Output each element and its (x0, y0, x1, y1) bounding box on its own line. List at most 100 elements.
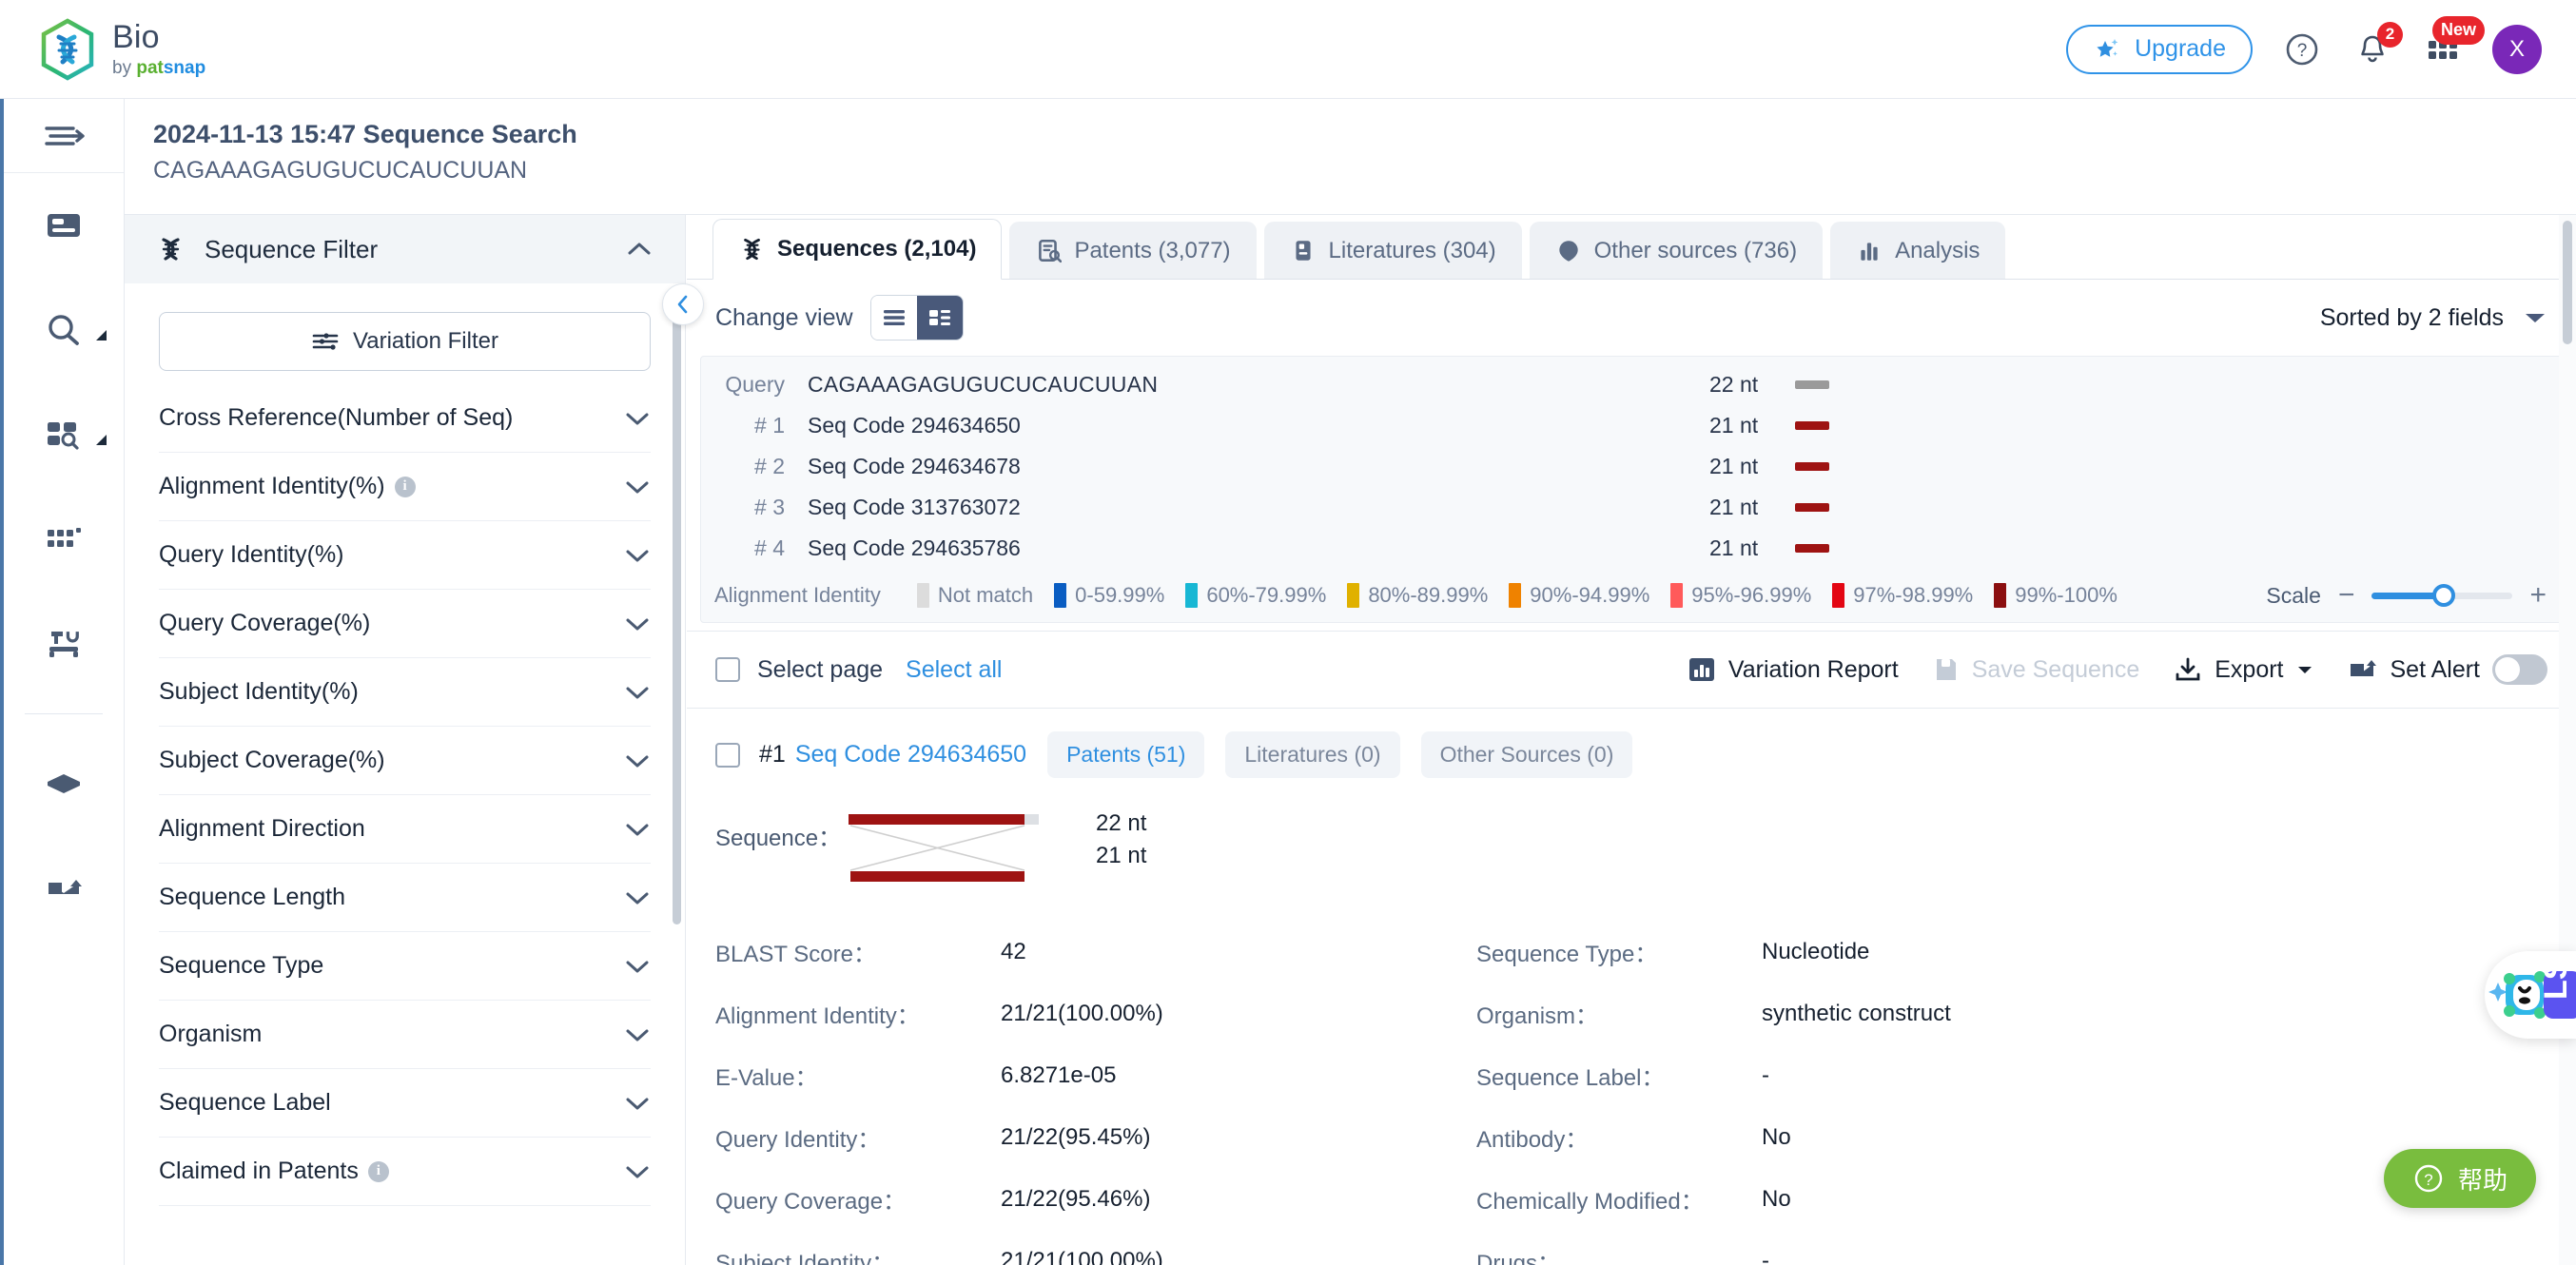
new-badge: New (2431, 15, 2485, 45)
detail-key: Chemically Modified： (1476, 1189, 1704, 1215)
filter-row[interactable]: Alignment Direction (159, 795, 651, 864)
filter-row[interactable]: Claimed in Patents i (159, 1138, 651, 1206)
set-alert-toggle[interactable] (2492, 654, 2547, 685)
rail-item-tools[interactable] (4, 592, 124, 696)
preview-row-bar (1795, 462, 1829, 471)
notifications-button[interactable]: 2 (2352, 21, 2403, 70)
tab-patents[interactable]: Patents (3,077) (1009, 222, 1257, 279)
filter-row[interactable]: Sequence Label (159, 1069, 651, 1138)
bar-chart-icon (1688, 658, 1714, 681)
legend-item: 80%-89.99% (1347, 583, 1488, 608)
filter-row[interactable]: Cross Reference(Number of Seq) (159, 384, 651, 453)
rail-item-layers[interactable] (4, 731, 124, 836)
result-pill[interactable]: Other Sources (0) (1420, 731, 1633, 778)
rail-item-expand[interactable] (4, 99, 124, 173)
legend-label: 60%-79.99% (1206, 583, 1327, 607)
avatar[interactable]: X (2492, 24, 2542, 74)
legend-item: 99%-100% (1994, 583, 2117, 608)
preview-row-query[interactable]: Query CAGAAAGAGUGUCUCAUCUUAN 22 nt (701, 364, 2562, 405)
filter-row[interactable]: Organism (159, 1001, 651, 1069)
info-icon[interactable]: i (394, 476, 416, 497)
ai-assistant-button[interactable]: LS (2485, 951, 2576, 1039)
detail-value: 6.8271e-05 (1001, 1061, 1117, 1088)
apps-button[interactable]: New (2422, 15, 2485, 70)
sequence-filter-header[interactable]: Sequence Filter (125, 215, 685, 283)
result-pill[interactable]: Literatures (0) (1225, 731, 1400, 778)
help-button[interactable]: ? (2281, 29, 2323, 70)
svg-text:LS: LS (2538, 962, 2574, 1000)
preview-row-hit[interactable]: # 4 Seq Code 294635786 21 nt (701, 528, 2562, 569)
tab-literatures[interactable]: Literatures (304) (1263, 222, 1522, 279)
tab-analysis[interactable]: Analysis (1830, 222, 2006, 279)
alignment-preview: Query CAGAAAGAGUGUCUCAUCUUAN 22 nt # 1 Seq C… (700, 356, 2563, 623)
rail-item-apps[interactable] (4, 487, 124, 592)
filter-row[interactable]: Query Coverage(%) (159, 590, 651, 658)
collapse-panel-button[interactable] (662, 283, 704, 325)
svg-text:?: ? (2297, 41, 2308, 61)
main-scrollbar-thumb[interactable] (2563, 221, 2572, 344)
legend-label: 97%-98.99% (1853, 583, 1974, 607)
set-alert-label: Set Alert (2390, 655, 2481, 683)
chevron-down-icon (626, 961, 649, 972)
filter-row[interactable]: Query Identity(%) (159, 521, 651, 590)
legend-items: Not match 0-59.99% 60%-79.99% 80%-89.99% 90%… (916, 583, 2138, 608)
main-scrollbar-track[interactable] (2559, 215, 2576, 1265)
brand-logo-area[interactable]: Bio by patsnap (38, 17, 205, 81)
preview-row-hit[interactable]: # 1 Seq Code 294634650 21 nt (701, 405, 2562, 446)
detail-row: Chemically Modified： No (1476, 1168, 2237, 1230)
result-checkbox[interactable] (715, 742, 740, 768)
brand-name: Bio (112, 19, 160, 55)
save-sequence-button[interactable]: Save Sequence (1933, 655, 2139, 684)
filter-row[interactable]: Sequence Type (159, 932, 651, 1001)
export-button[interactable]: Export (2174, 655, 2313, 684)
filter-label: Subject Coverage(%) (159, 747, 385, 773)
select-all-link[interactable]: Select all (906, 656, 1002, 684)
legend-swatch (1994, 583, 2007, 608)
sequence-filter-label: Sequence Filter (205, 234, 379, 263)
rail-item-grid-search[interactable] (4, 382, 124, 487)
result-seq-code-link[interactable]: Seq Code 294634650 (795, 741, 1026, 769)
inbox-upload-icon (49, 880, 82, 894)
filter-label: Sequence Type (159, 952, 324, 979)
tab-label: Other sources (736) (1593, 237, 1798, 263)
upgrade-button[interactable]: Upgrade (2066, 24, 2253, 74)
variation-filter-button[interactable]: Variation Filter (159, 312, 651, 371)
tab-sequences[interactable]: Sequences (2,104) (712, 219, 1003, 280)
filter-row[interactable]: Sequence Length (159, 864, 651, 932)
tools-icon (49, 632, 79, 657)
sorted-by-dropdown[interactable]: Sorted by 2 fields (2320, 304, 2547, 332)
main-content: Sequences (2,104) Patents (3,077) Literatu… (687, 215, 2576, 1265)
select-page-checkbox[interactable] (715, 657, 740, 682)
scale-slider-knob[interactable] (2432, 583, 2456, 607)
preview-row-hit[interactable]: # 2 Seq Code 294634678 21 nt (701, 446, 2562, 487)
rail-item-documents[interactable] (4, 173, 124, 278)
tab-other[interactable]: Other sources (736) (1529, 222, 1824, 279)
detail-row: Subject Identity： 21/21(100.00%) (715, 1230, 1476, 1265)
rail-item-search[interactable] (4, 278, 124, 382)
chart-icon (1861, 242, 1878, 261)
filter-row[interactable]: Alignment Identity(%) i (159, 453, 651, 521)
preview-row-hit[interactable]: # 3 Seq Code 313763072 21 nt (701, 487, 2562, 528)
variation-report-button[interactable]: Variation Report (1688, 655, 1899, 684)
chevron-down-icon (2297, 667, 2312, 673)
brand-pat: pat (136, 58, 164, 78)
info-icon[interactable]: i (367, 1160, 389, 1182)
legend-swatch (1347, 583, 1360, 608)
app-root: Bio by patsnap Upgrade ? 2 New X 2024-11… (0, 0, 2576, 1265)
legend-swatch (1670, 583, 1684, 608)
help-float-button[interactable]: ? 帮助 (2383, 1149, 2536, 1208)
filter-row[interactable]: Subject Coverage(%) (159, 727, 651, 795)
set-alert-button[interactable]: Set Alert (2348, 654, 2547, 685)
view-option-detail[interactable] (916, 296, 963, 340)
scale-decrease-button[interactable]: − (2338, 581, 2355, 610)
detail-key: E-Value： (715, 1065, 818, 1091)
view-option-list[interactable] (870, 296, 917, 340)
result-pill[interactable]: Patents (51) (1047, 731, 1205, 778)
scale-increase-button[interactable]: + (2529, 581, 2547, 610)
chevron-down-icon (626, 618, 649, 630)
filter-panel-scrollbar[interactable] (673, 297, 681, 924)
detail-value: - (1762, 1247, 1769, 1265)
filter-row[interactable]: Subject Identity(%) (159, 658, 651, 727)
scale-slider[interactable] (2371, 583, 2513, 607)
rail-item-inbox-upload[interactable] (4, 836, 124, 941)
